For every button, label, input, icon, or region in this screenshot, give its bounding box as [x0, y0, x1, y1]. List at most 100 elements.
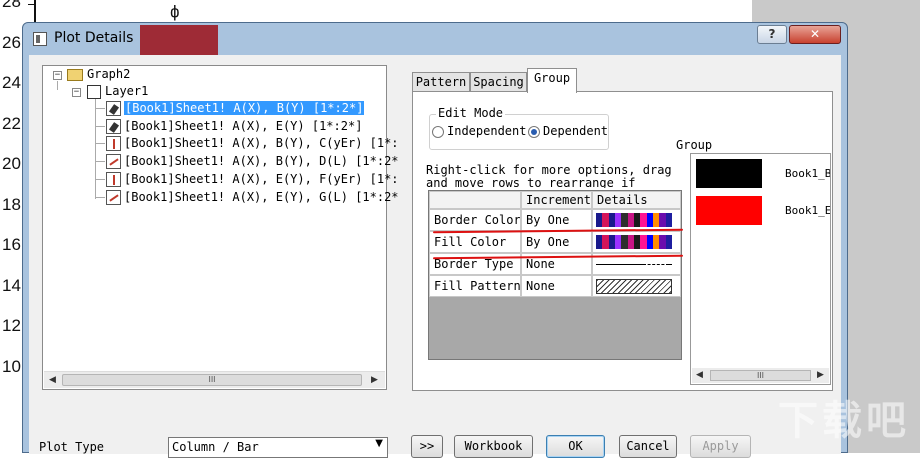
- tree-item-plot[interactable]: [Book1]Sheet1! A(X), E(Y) [1*:2*]: [124, 118, 362, 135]
- tree-item-plot-label: [Book1]Sheet1! A(X), E(Y), G(L) [1*:2*: [124, 189, 399, 204]
- grid-cell-details[interactable]: [592, 209, 681, 231]
- apply-button[interactable]: Apply: [690, 435, 751, 458]
- scroll-left-icon[interactable]: ◀: [696, 370, 703, 380]
- window-app-icon: [33, 32, 47, 46]
- hint-line-2: and move rows to rearrange if: [426, 176, 636, 189]
- tree-item-plot[interactable]: [Book1]Sheet1! A(X), B(Y) [1*:2*]: [124, 100, 365, 117]
- dialog-client-area: − Graph2 − Layer1 [Book1]Sheet1! A(X), B…: [29, 55, 841, 458]
- scroll-right-icon[interactable]: ▶: [371, 375, 378, 385]
- grid-cell-name[interactable]: Fill Color: [429, 231, 521, 253]
- tree-connector: [95, 161, 105, 163]
- tree-horizontal-scrollbar[interactable]: ◀ III ▶: [44, 371, 385, 388]
- grid-cell-increment[interactable]: None: [521, 275, 592, 297]
- tab-pattern[interactable]: Pattern: [412, 72, 470, 92]
- grid-header-name: [429, 191, 521, 209]
- tree-item-plot-label: [Book1]Sheet1! A(X), E(Y) [1*:2*]: [124, 118, 363, 133]
- grid-cell-increment[interactable]: By One: [521, 231, 592, 253]
- collapse-graph-icon[interactable]: −: [53, 71, 62, 80]
- hint-text: Right-click for more options, drag and m…: [426, 164, 676, 188]
- line-plot-icon: [106, 189, 121, 205]
- layer-icon: [87, 85, 101, 99]
- chevron-down-icon[interactable]: ▼: [375, 438, 383, 449]
- y-tick-label: 16: [2, 235, 21, 254]
- increment-grid[interactable]: Increment Details Border Color By One Fill…: [428, 190, 682, 360]
- plot-glyph: [108, 104, 120, 115]
- plot-glyph: [113, 174, 115, 185]
- error-bar-plot-icon: [106, 171, 121, 187]
- tree-item-graph[interactable]: Graph2: [87, 66, 130, 83]
- tree-connector: [95, 178, 105, 180]
- tree-item-plot[interactable]: [Book1]Sheet1! A(X), E(Y), G(L) [1*:2*: [124, 189, 399, 206]
- tree-item-plot[interactable]: [Book1]Sheet1! A(X), B(Y), D(L) [1*:2*: [124, 153, 399, 170]
- tree-item-plot[interactable]: [Book1]Sheet1! A(X), B(Y), C(yEr) [1*:: [124, 135, 399, 152]
- group-tab-panel: Edit Mode Independent Dependent Right-cl…: [412, 91, 833, 391]
- plot-type-value: Column / Bar: [172, 440, 259, 454]
- column-plot-icon: [106, 118, 121, 134]
- independent-radio[interactable]: [432, 126, 444, 138]
- collapse-layer-icon[interactable]: −: [72, 88, 81, 97]
- scroll-right-icon[interactable]: ▶: [817, 370, 824, 380]
- scroll-thumb[interactable]: III: [62, 374, 362, 386]
- group-list-scrollbar[interactable]: ◀ III ▶: [692, 368, 829, 383]
- close-button[interactable]: ✕: [789, 25, 841, 44]
- folder-icon: [67, 69, 83, 81]
- scroll-thumb[interactable]: III: [710, 370, 811, 381]
- scroll-left-icon[interactable]: ◀: [49, 375, 56, 385]
- tree-connector: [57, 81, 58, 90]
- title-bar[interactable]: Plot Details ? ✕: [23, 23, 847, 55]
- color-increment-strip: [596, 235, 672, 249]
- site-watermark: 下载吧: [778, 399, 910, 443]
- plot-details-dialog: Plot Details ? ✕ − Graph2 − Layer1 [Book…: [22, 22, 848, 458]
- plot-glyph: [109, 193, 119, 202]
- group-item-label: Book1_E: [785, 204, 831, 217]
- y-tick-label: 24: [2, 73, 21, 92]
- tree-item-plot-label: [Book1]Sheet1! A(X), E(Y), F(yEr) [1*:: [124, 171, 399, 186]
- tree-connector: [95, 108, 105, 109]
- y-tick-label: 18: [2, 194, 21, 214]
- plot-tree[interactable]: − Graph2 − Layer1 [Book1]Sheet1! A(X), B…: [42, 65, 399, 390]
- color-increment-strip: [596, 213, 672, 227]
- dash-style-sample: [643, 264, 669, 265]
- y-tick-label: 20: [2, 154, 21, 173]
- grid-cell-name[interactable]: Border Color: [429, 209, 521, 231]
- group-list-label: Group: [676, 138, 713, 152]
- grid-cell-increment[interactable]: By One: [521, 209, 592, 231]
- grid-cell-details[interactable]: [592, 275, 681, 297]
- ok-button[interactable]: OK: [546, 435, 605, 458]
- tree-connector: [95, 99, 96, 199]
- group-color-swatch[interactable]: [696, 159, 762, 188]
- column-plot-icon: [106, 101, 121, 116]
- tree-item-plot[interactable]: [Book1]Sheet1! A(X), E(Y), F(yEr) [1*:: [124, 171, 399, 188]
- plot-glyph: [108, 121, 120, 133]
- y-tick-label: 12: [2, 316, 21, 335]
- collapse-button[interactable]: >>: [411, 435, 443, 458]
- y-tick-mark: [28, 4, 35, 5]
- tree-item-plot-label: [Book1]Sheet1! A(X), B(Y), D(L) [1*:2*: [124, 154, 399, 169]
- grid-cell-name[interactable]: Fill Pattern: [429, 275, 521, 297]
- group-color-swatch[interactable]: [696, 196, 762, 225]
- independent-label[interactable]: Independent: [447, 124, 526, 138]
- workbook-button[interactable]: Workbook: [454, 435, 533, 458]
- grid-cell-details[interactable]: [592, 231, 681, 253]
- edit-mode-groupbox: Edit Mode Independent Dependent: [429, 106, 609, 150]
- edit-mode-legend: Edit Mode: [436, 106, 506, 120]
- tree-item-plot-label: [Book1]Sheet1! A(X), B(Y), C(yEr) [1*:: [124, 136, 399, 151]
- y-tick-label: 26: [2, 32, 21, 52]
- plot-glyph: [109, 158, 119, 166]
- tab-group[interactable]: Group: [527, 68, 577, 93]
- tree-connector: [95, 125, 105, 127]
- tab-spacing[interactable]: Spacing: [470, 72, 527, 92]
- tree-item-layer[interactable]: Layer1: [105, 83, 148, 100]
- dependent-radio[interactable]: [528, 126, 540, 138]
- plot-glyph: [113, 139, 115, 150]
- y-tick-label: 14: [2, 275, 21, 295]
- tree-connector: [95, 196, 105, 198]
- plot-type-select[interactable]: Column / Bar ▼: [168, 437, 388, 458]
- line-plot-icon: [106, 154, 121, 170]
- group-list[interactable]: Book1_B Book1_E ◀ III ▶: [690, 153, 831, 385]
- window-title: Plot Details: [54, 30, 134, 46]
- dependent-label[interactable]: Dependent: [543, 124, 608, 138]
- help-button[interactable]: ?: [757, 25, 787, 44]
- tree-connector: [95, 143, 105, 145]
- cancel-button[interactable]: Cancel: [619, 435, 677, 458]
